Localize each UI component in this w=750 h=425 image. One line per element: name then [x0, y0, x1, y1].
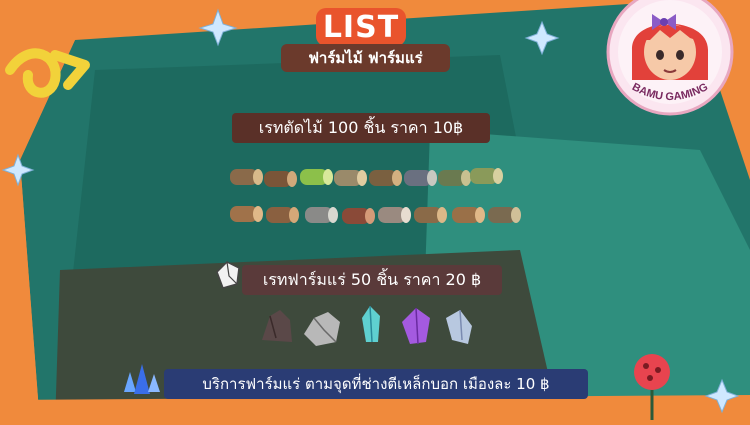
log-icon	[230, 169, 263, 185]
log-icon	[404, 170, 437, 186]
wood-rate-label: เรทตัดไม้ 100 ชิ้น ราคา 10฿	[232, 113, 490, 143]
log-icon	[264, 171, 297, 187]
service-label: บริการฟาร์มแร่ ตามจุดที่ช่างตีเหล็กบอก เ…	[164, 369, 588, 399]
log-icon	[342, 208, 375, 224]
log-icon	[230, 206, 263, 222]
log-icon	[378, 207, 411, 223]
log-icon	[488, 207, 521, 223]
page-title: LIST	[322, 9, 400, 45]
subtitle-pill: ฟาร์มไม้ ฟาร์มแร่	[281, 44, 450, 72]
log-icon	[452, 207, 485, 223]
title-badge: LIST	[316, 8, 406, 46]
log-icon	[305, 207, 338, 223]
log-icon	[369, 170, 402, 186]
log-icon	[470, 168, 503, 184]
bamboo-log-icon	[300, 169, 333, 185]
log-icon	[334, 170, 367, 186]
log-icon	[266, 207, 299, 223]
ore-rate-label: เรทฟาร์มแร่ 50 ชิ้น ราคา 20 ฿	[242, 265, 502, 295]
log-icon	[438, 170, 471, 186]
log-icon	[414, 207, 447, 223]
